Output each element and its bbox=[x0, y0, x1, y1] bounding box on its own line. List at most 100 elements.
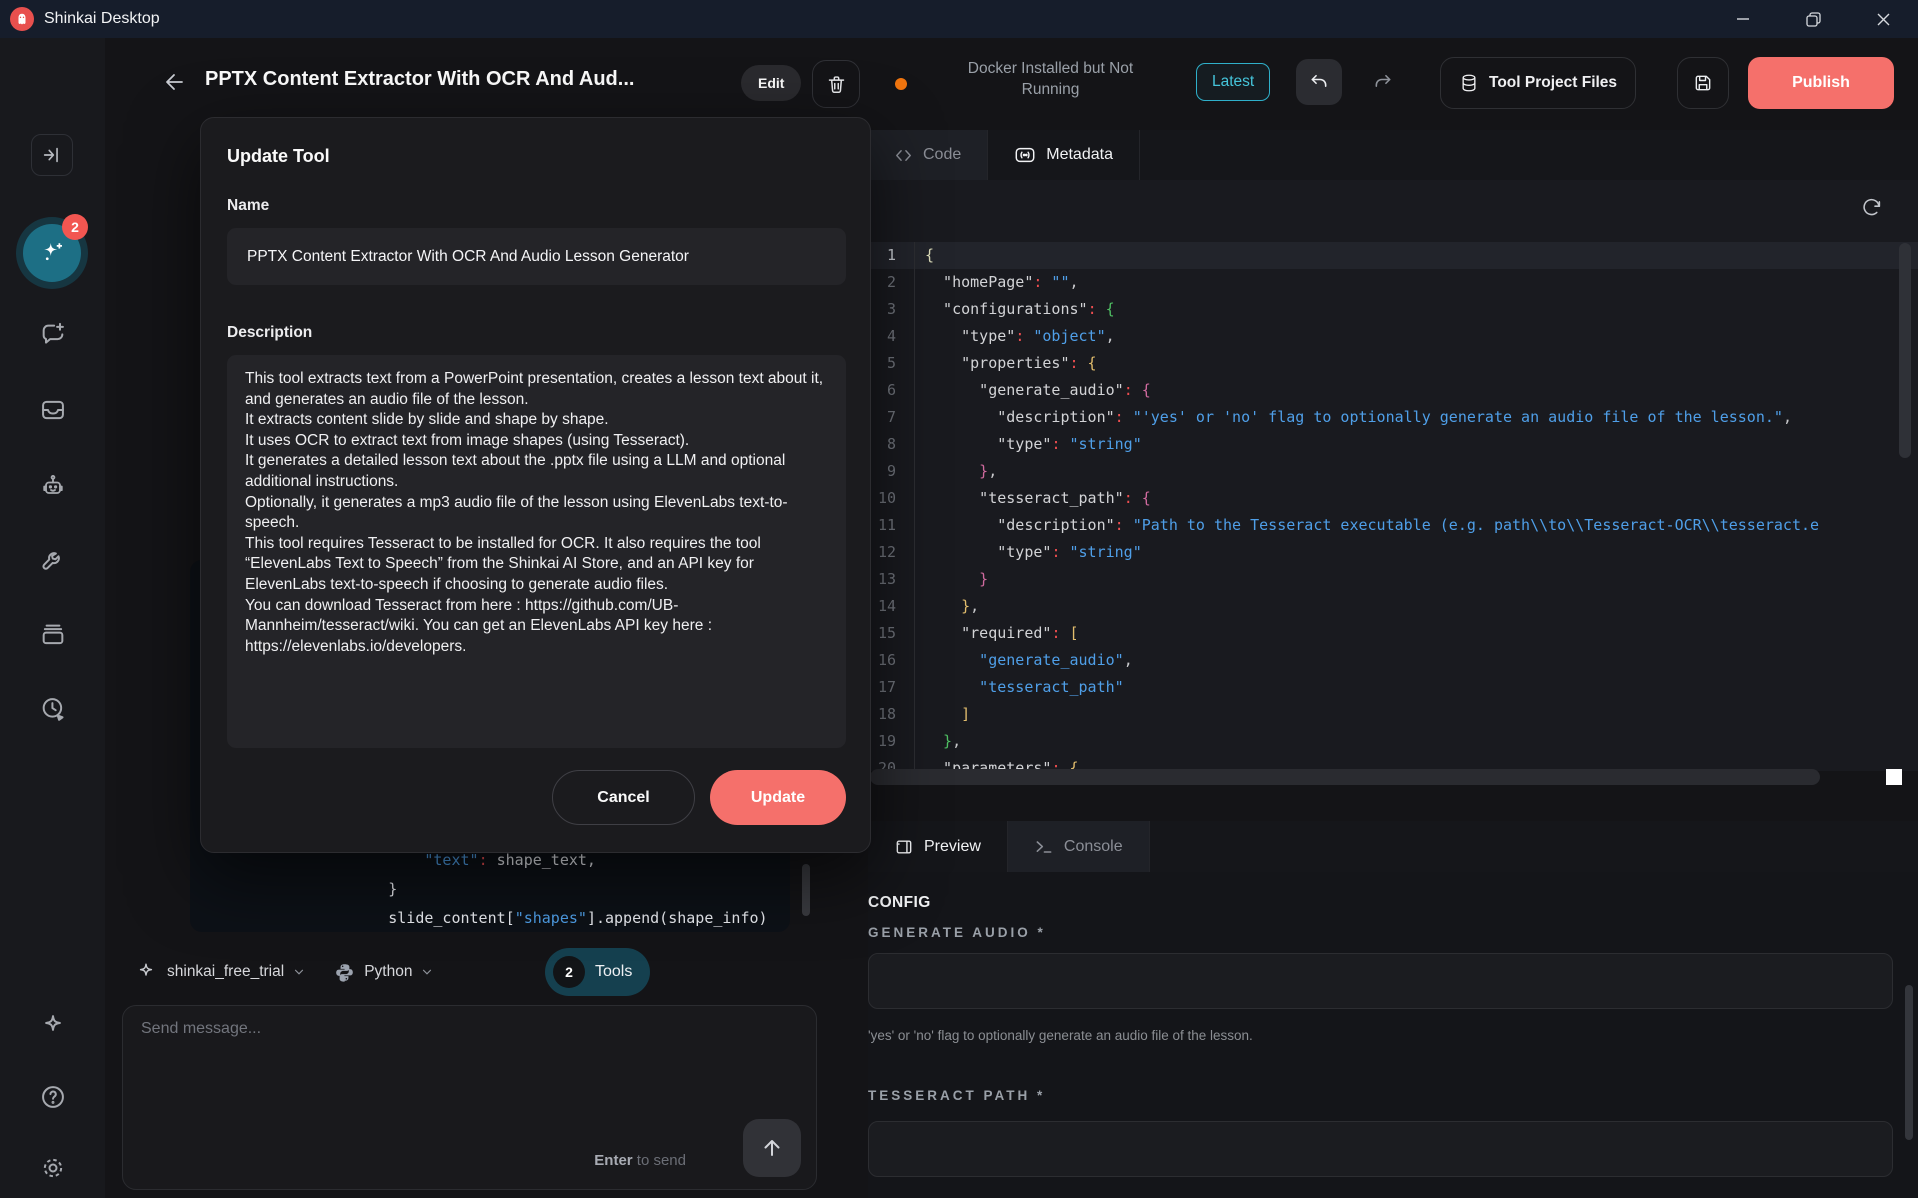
chevron-down-icon bbox=[420, 965, 434, 979]
composer-toolbar: shinkai_free_trial Python bbox=[135, 948, 434, 996]
code-line: 2 "homePage": "", bbox=[868, 269, 1918, 296]
code-line: 10 "tesseract_path": { bbox=[868, 485, 1918, 512]
preview-tabbar: Preview Console bbox=[868, 821, 1918, 872]
sidebar: 2 bbox=[0, 38, 105, 1198]
description-label: Description bbox=[227, 324, 312, 342]
wrench-tools-icon[interactable] bbox=[39, 546, 67, 574]
undo-icon bbox=[1309, 72, 1329, 92]
window-titlebar: Shinkai Desktop bbox=[0, 0, 1918, 38]
code-line: 15 "required": [ bbox=[868, 620, 1918, 647]
tools-count-badge: 2 bbox=[553, 956, 585, 988]
editor-corner-marker bbox=[1886, 769, 1902, 785]
chat-code-lines: "text": shape_text, } slide_content["sha… bbox=[316, 846, 768, 933]
sparkle-icon[interactable] bbox=[39, 1012, 67, 1040]
generate-audio-label: GENERATE AUDIO * bbox=[868, 925, 1046, 940]
back-arrow-icon[interactable] bbox=[153, 60, 197, 104]
code-line: 16 "generate_audio", bbox=[868, 647, 1918, 674]
database-icon bbox=[1459, 73, 1479, 93]
editor-tabbar: Code Metadata bbox=[868, 130, 1918, 180]
generate-audio-helper: 'yes' or 'no' flag to optionally generat… bbox=[868, 1028, 1253, 1043]
robot-agent-icon[interactable] bbox=[39, 472, 67, 500]
message-input[interactable] bbox=[141, 1020, 701, 1140]
code-line: 8 "type": "string" bbox=[868, 431, 1918, 458]
code-icon bbox=[894, 146, 913, 165]
model-selector[interactable]: shinkai_free_trial bbox=[167, 963, 284, 981]
code-line: 9 }, bbox=[868, 458, 1918, 485]
code-line: 5 "properties": { bbox=[868, 350, 1918, 377]
chat-code-line: } bbox=[316, 875, 768, 904]
code-line: 3 "configurations": { bbox=[868, 296, 1918, 323]
chat-code-line: slide_content["shapes"].append(shape_inf… bbox=[316, 904, 768, 933]
update-tool-dialog: Update Tool Name Description This tool e… bbox=[200, 117, 871, 853]
collapse-panel-icon[interactable] bbox=[31, 134, 73, 176]
editor-horizontal-scrollbar[interactable] bbox=[870, 769, 1820, 785]
restore-icon[interactable] bbox=[1778, 0, 1848, 38]
redo-icon bbox=[1373, 72, 1393, 92]
refresh-icon[interactable] bbox=[1856, 192, 1886, 222]
code-line: 13 } bbox=[868, 566, 1918, 593]
cancel-button[interactable]: Cancel bbox=[552, 770, 695, 825]
close-icon[interactable] bbox=[1848, 0, 1918, 38]
delete-tool-button[interactable] bbox=[812, 60, 860, 108]
tab-preview[interactable]: Preview bbox=[868, 821, 1008, 872]
code-line: 1{ bbox=[868, 242, 1918, 269]
shinkai-logo-icon bbox=[10, 7, 34, 31]
dialog-title: Update Tool bbox=[227, 146, 330, 167]
minimize-icon[interactable] bbox=[1708, 0, 1778, 38]
message-box: Enter to send bbox=[122, 1005, 817, 1190]
metadata-editor[interactable]: 1{2 "homePage": "",3 "configurations": {… bbox=[868, 180, 1918, 771]
tesseract-path-input[interactable] bbox=[868, 1121, 1893, 1177]
chevron-down-icon bbox=[292, 965, 306, 979]
code-line: 4 "type": "object", bbox=[868, 323, 1918, 350]
save-floppy-icon bbox=[1693, 73, 1713, 93]
description-field[interactable]: This tool extracts text from a PowerPoin… bbox=[227, 355, 846, 748]
enter-to-send-hint: Enter to send bbox=[594, 1152, 686, 1169]
shinkai-desktop-window: Shinkai Desktop 2 bbox=[0, 0, 1918, 1198]
tools-selector[interactable]: 2 Tools bbox=[545, 948, 650, 996]
console-icon bbox=[1034, 837, 1054, 857]
metadata-icon bbox=[1014, 144, 1036, 166]
archive-drawers-icon[interactable] bbox=[39, 621, 67, 649]
help-icon[interactable] bbox=[39, 1083, 67, 1111]
update-button[interactable]: Update bbox=[710, 770, 846, 825]
tab-metadata[interactable]: Metadata bbox=[988, 130, 1140, 180]
code-line: 19 }, bbox=[868, 728, 1918, 755]
sparkle-icon bbox=[135, 961, 157, 983]
tab-code[interactable]: Code bbox=[868, 130, 988, 180]
new-chat-icon[interactable] bbox=[39, 321, 67, 349]
docker-status: Docker Installed but Not Running bbox=[943, 58, 1158, 100]
edit-button[interactable]: Edit bbox=[741, 65, 801, 101]
tesseract-path-label: TESSERACT PATH * bbox=[868, 1088, 1045, 1103]
code-line: 7 "description": "'yes' or 'no' flag to … bbox=[868, 404, 1918, 431]
editor-vertical-scrollbar[interactable] bbox=[1899, 243, 1911, 458]
code-line: 11 "description": "Path to the Tesseract… bbox=[868, 512, 1918, 539]
python-icon bbox=[334, 962, 355, 983]
code-line: 6 "generate_audio": { bbox=[868, 377, 1918, 404]
language-selector[interactable]: Python bbox=[364, 963, 412, 981]
send-button[interactable] bbox=[743, 1119, 801, 1177]
code-line: 14 }, bbox=[868, 593, 1918, 620]
config-scrollbar[interactable] bbox=[1905, 985, 1913, 1140]
latest-version-badge[interactable]: Latest bbox=[1196, 63, 1270, 101]
name-label: Name bbox=[227, 197, 269, 215]
tool-project-files-button[interactable]: Tool Project Files bbox=[1440, 57, 1636, 109]
scheduled-clock-icon[interactable] bbox=[39, 695, 67, 723]
code-line: 12 "type": "string" bbox=[868, 539, 1918, 566]
settings-gear-icon[interactable] bbox=[39, 1154, 67, 1182]
generate-audio-input[interactable] bbox=[868, 953, 1893, 1009]
inbox-icon[interactable] bbox=[39, 396, 67, 424]
undo-button[interactable] bbox=[1296, 59, 1342, 105]
publish-button[interactable]: Publish bbox=[1748, 57, 1894, 109]
chat-scrollbar[interactable] bbox=[802, 864, 810, 916]
arrow-up-icon bbox=[760, 1136, 784, 1160]
config-section-title: CONFIG bbox=[868, 894, 931, 912]
redo-button[interactable] bbox=[1360, 59, 1406, 105]
save-button[interactable] bbox=[1677, 57, 1729, 109]
name-field[interactable] bbox=[227, 228, 846, 285]
tab-console[interactable]: Console bbox=[1008, 821, 1150, 872]
trash-icon bbox=[826, 74, 847, 95]
app-title: Shinkai Desktop bbox=[44, 10, 160, 28]
status-dot bbox=[895, 78, 907, 90]
preview-window-icon bbox=[894, 837, 914, 857]
notification-badge: 2 bbox=[62, 214, 88, 240]
